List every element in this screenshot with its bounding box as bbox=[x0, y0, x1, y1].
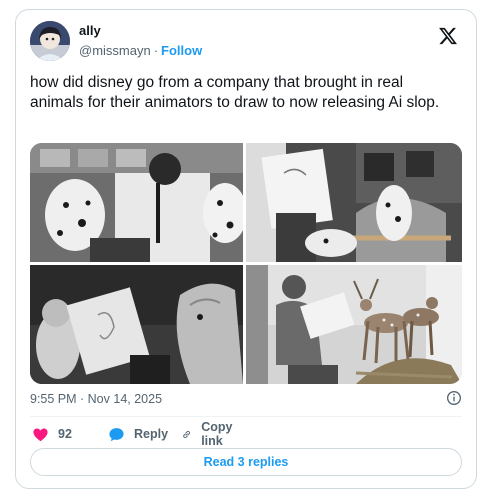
media-photo-4[interactable] bbox=[246, 265, 462, 384]
author-block: ally @missmayn · Follow bbox=[79, 23, 202, 60]
timestamp[interactable]: 9:55 PM · Nov 14, 2025 bbox=[30, 392, 162, 406]
like-button[interactable]: 92 bbox=[32, 424, 72, 444]
read-replies-label: Read 3 replies bbox=[203, 455, 289, 469]
reply-label: Reply bbox=[134, 427, 169, 441]
info-icon[interactable] bbox=[446, 390, 462, 406]
media-grid bbox=[30, 143, 462, 384]
display-name[interactable]: ally bbox=[79, 23, 202, 39]
avatar[interactable] bbox=[30, 21, 70, 61]
copy-link-label: Copy link bbox=[201, 420, 233, 448]
separator-dot: · bbox=[153, 43, 159, 58]
follow-button[interactable]: Follow bbox=[161, 43, 202, 58]
tweet-card: ally @missmayn · Follow how did disney go … bbox=[15, 9, 477, 489]
copy-link-button[interactable]: Copy link bbox=[181, 420, 238, 448]
link-icon bbox=[183, 430, 190, 438]
handle[interactable]: @missmayn bbox=[79, 43, 151, 58]
handle-row: @missmayn · Follow bbox=[79, 42, 202, 60]
tweet-header: ally @missmayn · Follow bbox=[30, 19, 464, 63]
divider bbox=[30, 416, 462, 417]
reply-bubble-icon bbox=[109, 427, 124, 441]
heart-icon bbox=[33, 427, 48, 441]
reply-button[interactable]: Reply bbox=[108, 424, 168, 444]
read-replies-button[interactable]: Read 3 replies bbox=[30, 448, 462, 476]
like-count: 92 bbox=[58, 427, 72, 441]
media-photo-1[interactable] bbox=[30, 143, 243, 262]
media-photo-3[interactable] bbox=[30, 265, 243, 384]
x-logo-icon[interactable] bbox=[438, 26, 458, 46]
media-photo-2[interactable] bbox=[246, 143, 462, 262]
tweet-text: how did disney go from a company that br… bbox=[30, 74, 440, 111]
